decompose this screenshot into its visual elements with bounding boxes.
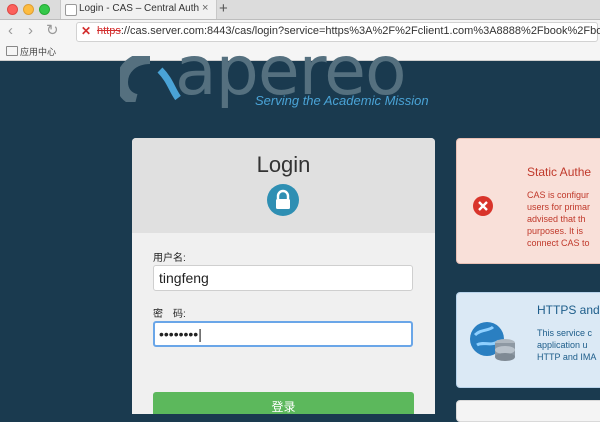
static-auth-body: CAS is configur users for primar advised… <box>527 189 590 249</box>
https-line: HTTP and IMA <box>537 352 597 362</box>
bookmark-app-center[interactable]: 应用中心 <box>20 45 56 58</box>
https-notice: HTTPS and This service c application u H… <box>456 292 600 388</box>
login-header: Login <box>132 138 435 233</box>
tab-login[interactable]: Login - CAS – Central Authentication Ser… <box>60 0 217 19</box>
tab-title: Login - CAS – Central Authentication Ser… <box>79 3 199 14</box>
https-body: This service c application u HTTP and IM… <box>537 327 596 363</box>
close-window-icon[interactable] <box>7 4 18 15</box>
static-auth-line: advised that th <box>527 214 586 224</box>
https-title: HTTPS and <box>537 303 600 317</box>
globe-database-icon <box>467 319 519 368</box>
password-input[interactable]: ••••••••| <box>153 321 413 347</box>
browser-tab-bar: Login - CAS – Central Authentication Ser… <box>0 0 600 20</box>
maximize-window-icon[interactable] <box>39 4 50 15</box>
static-auth-line: CAS is configur <box>527 190 590 200</box>
static-auth-title: Static Authe <box>527 165 592 179</box>
https-line: application u <box>537 340 588 350</box>
password-label: 密 码: <box>153 309 186 320</box>
folder-icon <box>6 46 18 56</box>
reload-icon[interactable]: ↻ <box>46 21 59 39</box>
password-value: •••••••• <box>159 326 199 342</box>
new-tab-icon[interactable]: + <box>219 0 228 17</box>
third-notice <box>456 400 600 422</box>
logo-tagline: Serving the Academic Mission <box>255 93 429 108</box>
tab-close-icon[interactable]: × <box>202 2 208 14</box>
static-auth-line: users for primar <box>527 202 591 212</box>
static-auth-line: connect CAS to <box>527 238 590 248</box>
insecure-warning-icon[interactable]: ✕ <box>81 24 91 38</box>
username-label: 用户名: <box>153 253 186 264</box>
apereo-logo-icon <box>115 52 182 107</box>
lock-icon <box>267 184 299 216</box>
back-icon[interactable]: ‹ <box>8 22 13 39</box>
static-auth-notice: Static Authe CAS is configur users for p… <box>456 138 600 264</box>
login-panel: Login 用户名: tingfeng 密 码: ••••••••| 登录 <box>132 138 435 414</box>
username-input[interactable]: tingfeng <box>153 265 413 291</box>
https-line: This service c <box>537 328 593 338</box>
forward-icon[interactable]: › <box>28 22 33 39</box>
url-scheme: https <box>97 25 121 37</box>
error-icon <box>473 196 493 221</box>
login-title: Login <box>256 152 311 177</box>
page-favicon-icon <box>65 4 77 16</box>
static-auth-line: purposes. It is <box>527 226 584 236</box>
login-submit-button[interactable]: 登录 <box>153 392 414 414</box>
minimize-window-icon[interactable] <box>23 4 34 15</box>
